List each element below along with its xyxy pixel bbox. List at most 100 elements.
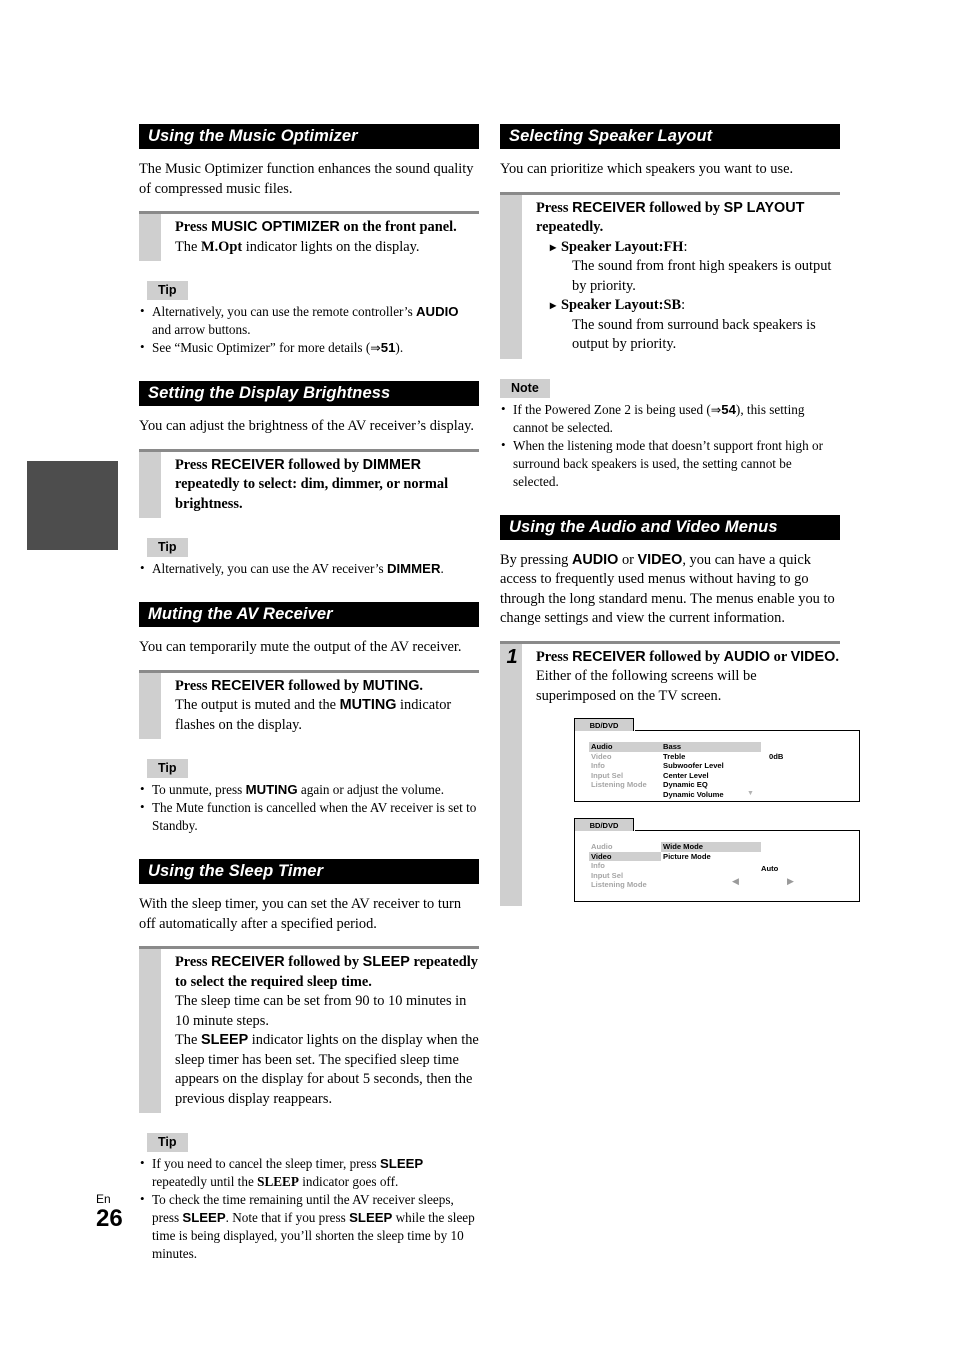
osd-setting-picture-mode[interactable]: Picture Mode [661, 852, 761, 862]
option-description-sb: The sound from surround back speakers is… [572, 316, 816, 353]
button-label-audio: AUDIO [571, 551, 619, 568]
list-item: When the listening mode that doesn’t sup… [500, 436, 840, 491]
bullet-text: See “Music Optimizer” for more details ( [152, 340, 371, 355]
instruction-sidebar [139, 451, 161, 518]
option-label: Speaker Layout:FH [561, 238, 684, 255]
tip-badge-muting: Tip [147, 759, 188, 778]
list-item: ▸ Speaker Layout:FH: The sound from front… [550, 238, 840, 297]
button-label-video: VIDEO [637, 551, 683, 568]
section-heading-audio-video-menus: Using the Audio and Video Menus [500, 514, 840, 540]
osd-right-menu: Bass Treble Subwoofer Level Center Level… [661, 742, 761, 800]
osd-menu-item-video[interactable]: Video [589, 752, 661, 762]
osd-setting-subwoofer-level[interactable]: Subwoofer Level [661, 761, 761, 771]
right-column: Selecting Speaker Layout You can priorit… [500, 124, 860, 912]
button-label-receiver: RECEIVER [572, 648, 646, 665]
osd-menu-item-info[interactable]: Info [589, 861, 661, 871]
page-reference-arrow-icon: ⇒ [370, 340, 381, 355]
page-reference-arrow-icon: ⇒ [710, 401, 722, 417]
instruction-detail-2: The SLEEP indicator lights on the displa… [175, 1031, 479, 1109]
option-description-fh: The sound from front high speakers is ou… [572, 258, 832, 294]
instruction-block-music-optimizer: Press MUSIC OPTIMIZER on the front panel… [139, 211, 479, 261]
bullet-text-2: . [440, 561, 444, 576]
button-label-audio: AUDIO [723, 648, 771, 665]
section-intro-display-brightness: You can adjust the brightness of the AV … [139, 418, 474, 434]
tip-list-muting: To unmute, press MUTING again or adjust … [139, 780, 479, 835]
step-lead: Press RECEIVER followed by AUDIO or VIDE… [536, 648, 840, 668]
step-number: 1 [506, 645, 518, 668]
osd-menu-item-video[interactable]: Video [589, 851, 661, 862]
section-heading-music-optimizer: Using the Music Optimizer [139, 124, 479, 149]
lead-text: Press [175, 219, 212, 235]
osd-setting-dynamic-volume[interactable]: Dynamic Volume [661, 790, 761, 800]
instruction-lead: Press MUSIC OPTIMIZER on the front panel… [175, 218, 479, 238]
osd-menu-item-input-sel[interactable]: Input Sel [589, 871, 661, 881]
bullet-text-2: again or adjust the volume. [297, 782, 445, 797]
osd-setting-treble[interactable]: Treble [661, 752, 761, 762]
section-intro-speaker-layout: You can prioritize which speakers you wa… [500, 161, 794, 177]
lead-text-3: . [419, 677, 424, 694]
lead-text-2: followed by [284, 456, 363, 473]
bullet-text-2: and arrow buttons. [152, 322, 251, 337]
button-label-sleep-2: SLEEP [349, 1210, 393, 1225]
page-reference-number: 54 [721, 401, 736, 417]
instruction-detail-1: The sleep time can be set from 90 to 10 … [175, 993, 467, 1029]
osd-menu-item-info[interactable]: Info [589, 761, 661, 771]
button-label-dimmer: DIMMER [386, 561, 441, 576]
section-intro-muting: You can temporarily mute the output of t… [139, 639, 462, 655]
osd-menu-item-audio[interactable]: Audio [589, 842, 661, 852]
lead-text-4: . [835, 648, 839, 665]
osd-setting-bass[interactable]: Bass [661, 742, 761, 752]
button-label-sleep: SLEEP [182, 1210, 226, 1225]
list-item: ▸ Speaker Layout:SB: The sound from surro… [550, 296, 840, 355]
button-label-receiver: RECEIVER [211, 954, 285, 970]
page-reference-number: 51 [380, 340, 396, 355]
section-heading-sleep-timer: Using the Sleep Timer [139, 859, 479, 884]
lead-text-2: on the front panel. [339, 219, 457, 235]
page-footer: En 26 [96, 1192, 186, 1232]
osd-menu-item-listening-mode[interactable]: Listening Mode [589, 780, 661, 790]
osd-setting-dynamic-eq[interactable]: Dynamic EQ [661, 780, 761, 790]
osd-setting-wide-mode[interactable]: Wide Mode [661, 842, 761, 852]
osd-menu-item-listening-mode[interactable]: Listening Mode [589, 880, 661, 890]
left-column: Using the Music Optimizer The Music Opti… [139, 124, 479, 1263]
lead-text: Press [175, 677, 212, 694]
osd-setting-center-level[interactable]: Center Level [661, 771, 761, 781]
scroll-down-caret-icon[interactable]: ▼ [747, 789, 754, 797]
triangle-bullet-icon: ▸ [550, 239, 557, 254]
language-code: En [96, 1192, 111, 1206]
right-arrow-icon[interactable]: ▶ [787, 876, 794, 887]
osd-menu-item-audio[interactable]: Audio [589, 742, 661, 752]
osd-menu-item-input-sel[interactable]: Input Sel [589, 771, 661, 781]
osd-input-tab-label: BD/DVD [574, 718, 634, 731]
option-heading-sb: ▸ Speaker Layout:SB: [550, 296, 840, 316]
tip-list-music-optimizer: Alternatively, you can use the remote co… [139, 302, 479, 357]
instruction-sidebar [139, 949, 161, 1113]
step-detail: Either of the following screens will be … [536, 668, 757, 704]
instruction-block-display-brightness: Press RECEIVER followed by DIMMER repeat… [139, 448, 479, 518]
indicator-label-sleep: SLEEP [200, 1032, 249, 1048]
lead-text-3: repeatedly. [536, 219, 604, 235]
button-label-receiver: RECEIVER [211, 677, 285, 694]
osd-value-0db: 0dB [769, 752, 784, 761]
osd-input-tab-label: BD/DVD [574, 818, 634, 831]
instruction-lead: Press RECEIVER followed by SP LAYOUT rep… [536, 199, 840, 238]
osd-panel: Audio Video Info Input Sel Listening Mod… [574, 830, 860, 902]
left-arrow-icon[interactable]: ◀ [732, 876, 739, 887]
osd-screen-video: BD/DVD Audio Video Info Input Sel Listen… [574, 818, 860, 902]
instruction-block-speaker-layout: Press RECEIVER followed by SP LAYOUT rep… [500, 191, 840, 359]
button-label-audio: AUDIO [416, 304, 459, 319]
button-label-dimmer: DIMMER [362, 456, 422, 473]
lead-text: Press [536, 199, 573, 216]
list-item: To check the time remaining until the AV… [139, 1190, 479, 1263]
section-intro-music-optimizer: The Music Optimizer function enhances th… [139, 161, 474, 197]
instruction-sidebar [139, 214, 161, 261]
list-item: If you need to cancel the sleep timer, p… [139, 1154, 479, 1191]
bullet-text: Alternatively, you can use the remote co… [152, 304, 417, 319]
lead-text: Press [536, 648, 573, 665]
triangle-bullet-icon: ▸ [550, 298, 557, 312]
tip-list-sleep-timer: If you need to cancel the sleep timer, p… [139, 1154, 479, 1263]
lead-text-2: followed by [645, 648, 724, 665]
section-heading-muting: Muting the AV Receiver [139, 602, 479, 627]
list-item: Alternatively, you can use the AV receiv… [139, 559, 479, 578]
bullet-text: The Mute function is cancelled when the … [152, 800, 477, 833]
